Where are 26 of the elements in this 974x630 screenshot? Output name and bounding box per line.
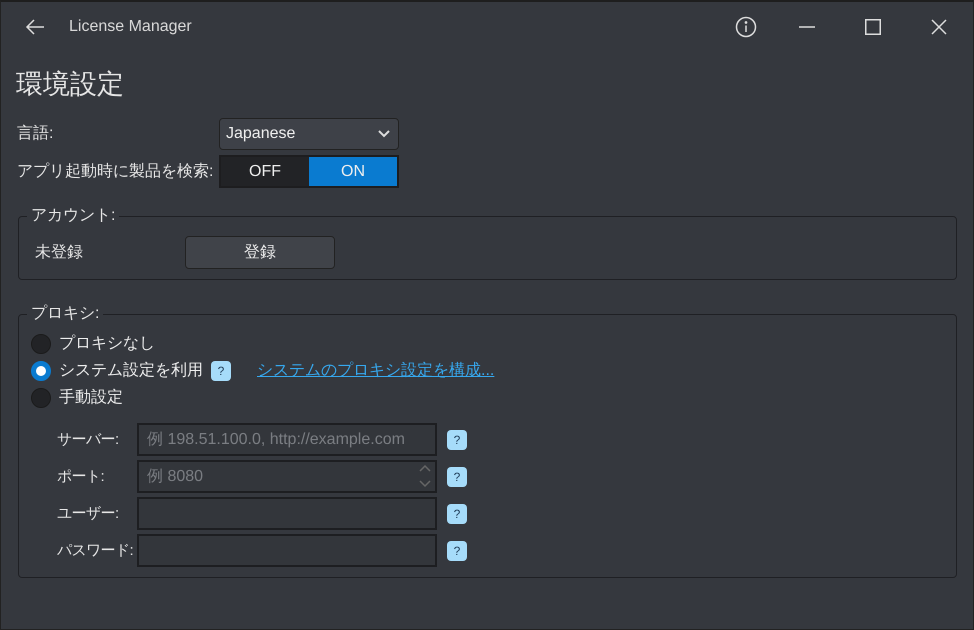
port-field[interactable]: 例 8080: [137, 460, 437, 494]
help-badge[interactable]: ?: [447, 540, 467, 561]
toggle-option[interactable]: ON: [309, 157, 397, 186]
field-label: ユーザー:: [57, 504, 120, 524]
register-button[interactable]: 登録: [185, 236, 335, 270]
field-label: サーバー:: [57, 430, 120, 450]
proxy-settings-link[interactable]: システムのプロキシ設定を構成...: [257, 358, 494, 383]
window-title: License Manager: [69, 17, 192, 37]
field-label: ポート:: [57, 466, 106, 487]
field-label: パスワード:: [57, 540, 134, 561]
help-badge[interactable]: ?: [447, 504, 467, 524]
radio-option[interactable]: プロキシなし: [31, 332, 155, 356]
radio-option[interactable]: 手動設定: [31, 386, 123, 410]
help-badge[interactable]: ?: [447, 430, 467, 450]
startup-search-label: アプリ起動時に製品を検索:: [17, 162, 214, 182]
help-badge[interactable]: ?: [211, 360, 231, 381]
page-heading: 環境設定: [16, 68, 125, 100]
language-dropdown[interactable]: Japanese: [219, 118, 399, 150]
toggle-option[interactable]: OFF: [221, 157, 309, 186]
help-badge[interactable]: ?: [447, 466, 467, 487]
account-status: 未登録: [34, 242, 84, 263]
language-label: 言語:: [17, 124, 54, 144]
group-title: プロキシ:: [30, 306, 100, 322]
group-title: アカウント:: [30, 208, 116, 224]
text-field[interactable]: 例 198.51.100.0, http://example.com: [137, 423, 437, 456]
radio-option[interactable]: システム設定を利用: [31, 358, 203, 383]
